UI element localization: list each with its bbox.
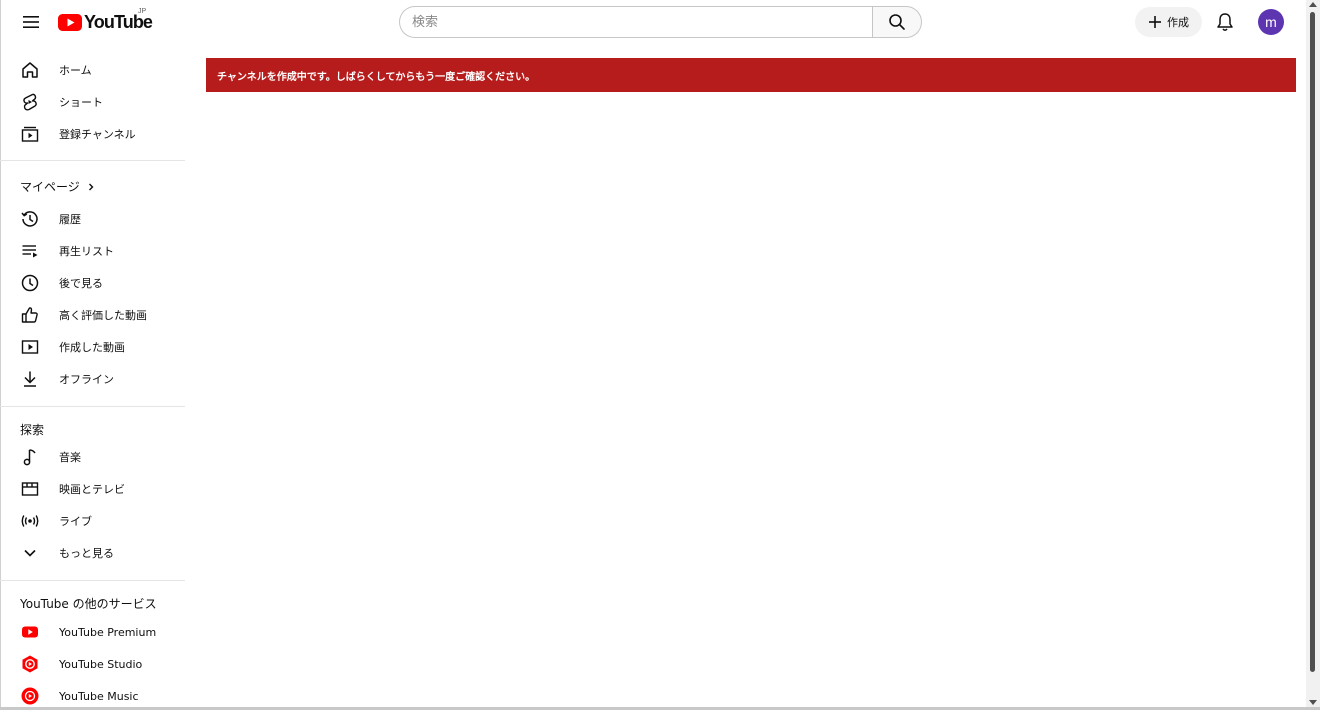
sidebar-section-you[interactable]: マイページ — [20, 178, 96, 195]
sidebar-item-label: YouTube Studio — [59, 657, 143, 671]
sidebar-item-live[interactable]: ライブ — [12, 506, 172, 536]
sidebar-item-playlists[interactable]: 再生リスト — [12, 236, 172, 266]
section-title-label: 探索 — [20, 423, 45, 437]
sidebar-item-label: 登録チャンネル — [59, 128, 136, 141]
bell-icon — [1217, 13, 1233, 31]
sidebar-item-label: 後で見る — [59, 277, 103, 290]
sidebar-item-music[interactable]: 音楽 — [12, 442, 172, 472]
guide-menu-button[interactable] — [17, 8, 45, 36]
sidebar-item-watch-later[interactable]: 後で見る — [12, 268, 172, 298]
your-videos-icon — [19, 336, 41, 358]
youtube-studio-icon — [19, 653, 41, 675]
home-icon — [19, 59, 41, 81]
youtube-logo-icon — [58, 13, 82, 31]
page-scrollbar[interactable] — [1306, 0, 1320, 707]
avatar[interactable]: m — [1258, 9, 1284, 35]
sidebar-item-label: オフライン — [59, 373, 114, 386]
create-button-label: 作成 — [1167, 16, 1189, 29]
youtube-music-icon — [19, 685, 41, 707]
movies-icon — [19, 478, 41, 500]
sidebar-item-liked-videos[interactable]: 高く評価した動画 — [12, 300, 172, 330]
error-banner: チャンネルを作成中です。しばらくしてからもう一度ご確認ください。 — [206, 58, 1296, 92]
scroll-up-arrow-icon[interactable] — [1309, 2, 1317, 7]
chevron-right-icon — [88, 183, 94, 190]
hamburger-menu-icon — [23, 16, 39, 28]
sidebar-item-label: 作成した動画 — [59, 341, 125, 354]
banner-message: チャンネルを作成中です。しばらくしてからもう一度ご確認ください。 — [217, 71, 536, 83]
shorts-icon — [19, 91, 41, 113]
sidebar-item-shorts[interactable]: ショート — [12, 87, 172, 117]
chevron-down-icon — [19, 542, 41, 564]
subscriptions-icon — [19, 123, 41, 145]
download-icon — [19, 368, 41, 390]
sidebar-item-history[interactable]: 履歴 — [12, 204, 172, 234]
sidebar-divider — [0, 580, 185, 581]
live-icon — [19, 510, 41, 532]
sidebar-divider — [0, 406, 185, 407]
section-title-label: YouTube の他のサービス — [20, 597, 157, 611]
sidebar-section-more-from-youtube: YouTube の他のサービス — [20, 595, 157, 612]
sidebar-item-label: YouTube Premium — [59, 625, 157, 639]
sidebar-item-home[interactable]: ホーム — [12, 55, 172, 85]
sidebar-item-your-videos[interactable]: 作成した動画 — [12, 332, 172, 362]
sidebar: ホーム ショート 登録チャンネル マイページ 履歴 再生リスト 後で見る 高く評… — [0, 54, 185, 710]
sidebar-item-youtube-music[interactable]: YouTube Music — [12, 681, 172, 710]
sidebar-item-label: 再生リスト — [59, 245, 114, 258]
youtube-premium-icon — [19, 621, 41, 643]
sidebar-item-label: ホーム — [59, 64, 92, 77]
sidebar-item-show-more[interactable]: もっと見る — [12, 538, 172, 568]
scrollbar-thumb[interactable] — [1310, 12, 1315, 672]
plus-icon — [1149, 16, 1161, 28]
avatar-initial: m — [1265, 14, 1277, 30]
sidebar-item-youtube-studio[interactable]: YouTube Studio — [12, 649, 172, 679]
sidebar-item-movies[interactable]: 映画とテレビ — [12, 474, 172, 504]
sidebar-item-downloads[interactable]: オフライン — [12, 364, 172, 394]
sidebar-item-label: もっと見る — [59, 547, 114, 560]
music-icon — [19, 446, 41, 468]
sidebar-item-label: 音楽 — [59, 451, 81, 464]
sidebar-item-label: 映画とテレビ — [59, 483, 125, 496]
search-icon — [889, 14, 905, 30]
youtube-logo[interactable]: YouTube JP — [58, 8, 153, 34]
top-bar: YouTube JP 作成 m — [0, 0, 1306, 44]
sidebar-divider — [0, 160, 185, 161]
sidebar-section-explore: 探索 — [20, 421, 44, 438]
sidebar-item-youtube-premium[interactable]: YouTube Premium — [12, 617, 172, 647]
scroll-down-arrow-icon[interactable] — [1309, 700, 1317, 705]
sidebar-item-label: 高く評価した動画 — [59, 309, 147, 322]
sidebar-item-subscriptions[interactable]: 登録チャンネル — [12, 119, 172, 149]
create-button[interactable]: 作成 — [1135, 7, 1202, 37]
sidebar-item-label: ショート — [59, 96, 103, 109]
sidebar-item-label: ライブ — [59, 515, 92, 528]
notifications-button[interactable] — [1212, 9, 1238, 35]
section-title-label: マイページ — [20, 180, 80, 194]
search-button[interactable] — [872, 6, 922, 38]
history-icon — [19, 208, 41, 230]
sidebar-item-label: 履歴 — [59, 213, 81, 226]
search-input[interactable] — [399, 6, 872, 38]
playlist-icon — [19, 240, 41, 262]
country-code: JP — [138, 8, 147, 15]
sidebar-item-label: YouTube Music — [59, 689, 139, 703]
search-box — [399, 6, 922, 38]
watch-later-icon — [19, 272, 41, 294]
thumbs-up-icon — [19, 304, 41, 326]
